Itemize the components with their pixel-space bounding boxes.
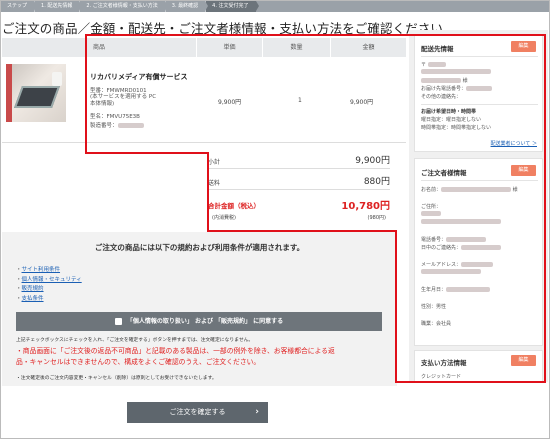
product-image — [6, 64, 66, 122]
highlight-outline-bottom — [395, 381, 546, 383]
highlight-outline-right — [544, 34, 546, 383]
step-order-complete: 4. 注文受付完了 — [206, 1, 259, 12]
confirm-order-label: ご注文を確定する — [169, 408, 226, 416]
chevron-right-icon: › — [255, 407, 259, 417]
highlight-outline — [85, 34, 546, 383]
highlight-outline-step-v — [207, 152, 209, 232]
step-orderer-payment: 2. ご注文者様情報・支払い方法 — [80, 1, 169, 12]
highlight-outline-step-h — [85, 152, 209, 154]
terms-links: サイト利用条件 個人情報・セキュリティ 販売規約 支払条件 — [16, 265, 82, 303]
highlight-outline-left — [85, 34, 87, 154]
confirm-order-button[interactable]: ご注文を確定する › — [127, 402, 268, 423]
highlight-outline-step-v2 — [395, 230, 397, 383]
link-privacy-security[interactable]: 個人情報・セキュリティ — [16, 275, 82, 285]
link-sales-terms[interactable]: 販売規約 — [16, 284, 82, 294]
progress-steps: ステップ 1. 配送先情報 2. ご注文者様情報・支払い方法 3. 最終確認 4… — [1, 1, 549, 12]
step-shipping: 1. 配送先情報 — [35, 1, 83, 12]
highlight-outline-step-h2 — [207, 230, 397, 232]
link-site-terms[interactable]: サイト利用条件 — [16, 265, 82, 275]
step-final-confirm: 3. 最終確認 — [166, 1, 209, 12]
link-payment-terms[interactable]: 支払条件 — [16, 294, 82, 304]
step-label: ステップ — [1, 1, 38, 12]
